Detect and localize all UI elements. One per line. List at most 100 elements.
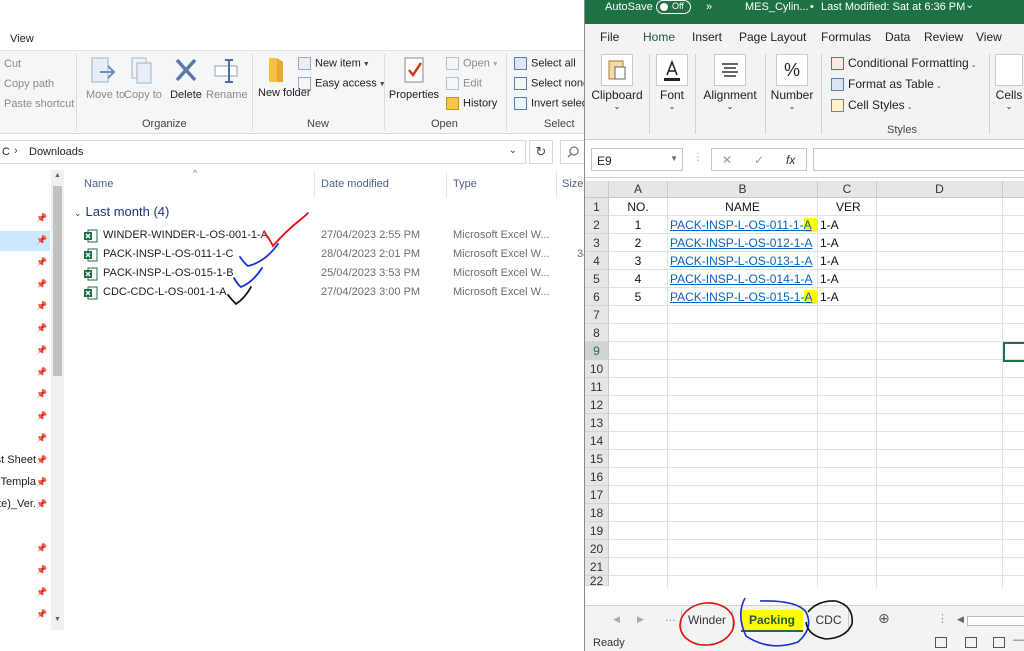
cell-b5[interactable]: PACK-INSP-L-OS-014-1-A (668, 270, 818, 288)
edit-button[interactable]: Edit (446, 77, 482, 90)
zoom-out-icon[interactable]: — (1013, 634, 1024, 646)
row-header[interactable]: 18 (585, 504, 609, 522)
autosave-toggle[interactable]: Off (656, 0, 691, 14)
delete-button[interactable]: Delete (168, 56, 204, 101)
column-divider[interactable] (314, 172, 315, 198)
cell-b2[interactable]: PACK-INSP-L-OS-011-1-A (668, 216, 818, 234)
row-header[interactable]: 12 (585, 396, 609, 414)
normal-view-icon[interactable] (935, 637, 947, 648)
alignment-button[interactable]: Alignment ⌄ (701, 54, 759, 111)
cell-c4[interactable]: 1-A (818, 252, 877, 270)
search-box[interactable] (560, 140, 584, 164)
file-row[interactable]: CDC-CDC-L-OS-001-1-A 27/04/2023 3:00 PM … (84, 283, 584, 302)
pin-icon[interactable]: 📌 (36, 213, 47, 224)
name-box[interactable]: E9 ▼ (591, 148, 683, 171)
page-break-view-icon[interactable] (993, 637, 1005, 648)
tab-home[interactable]: Home (643, 30, 675, 44)
cell-c3[interactable]: 1-A (818, 234, 877, 252)
column-divider[interactable] (556, 172, 557, 198)
pin-icon[interactable]: 📌 (36, 477, 47, 488)
breadcrumb-separator-icon[interactable]: › (14, 145, 18, 157)
column-header-b[interactable]: B (668, 181, 818, 198)
scroll-down-icon[interactable]: ▼ (54, 616, 61, 623)
group-header[interactable]: ⌄ Last month (4) (74, 204, 169, 219)
cell-a1[interactable]: NO. (609, 198, 668, 216)
last-modified[interactable]: Last Modified: Sat at 6:36 PM (821, 1, 965, 13)
format-as-table-button[interactable]: Format as Table ⌄ (831, 77, 942, 92)
tab-data[interactable]: Data (885, 30, 910, 44)
row-header[interactable]: 17 (585, 486, 609, 504)
cell-c2[interactable]: 1-A (818, 216, 877, 234)
tab-review[interactable]: Review (924, 30, 963, 44)
add-sheet-icon[interactable]: ⊕ (878, 610, 890, 627)
pin-icon[interactable]: 📌 (36, 433, 47, 444)
hyperlink[interactable]: PACK-INSP-L-OS-011-1- (668, 218, 804, 232)
more-commands-icon[interactable]: » (706, 1, 712, 13)
address-bar[interactable]: C › Downloads ⌄ (0, 140, 526, 164)
properties-button[interactable]: Properties (388, 56, 440, 101)
row-header[interactable]: 21 (585, 558, 609, 576)
nav-item-label[interactable]: te)_Ver. (0, 498, 36, 510)
pin-icon[interactable]: 📌 (36, 499, 47, 510)
move-to-button[interactable]: Move to (86, 56, 125, 101)
hyperlink[interactable]: PACK-INSP-L-OS-014-1-A (668, 272, 812, 286)
tab-insert[interactable]: Insert (692, 30, 722, 44)
row-header[interactable]: 2 (585, 216, 609, 234)
page-layout-view-icon[interactable] (965, 637, 977, 648)
pin-icon[interactable]: 📌 (36, 323, 47, 334)
copy-path-button[interactable]: Copy path (4, 78, 54, 90)
tab-file[interactable]: File (600, 30, 619, 44)
cancel-icon[interactable]: ✕ (722, 153, 732, 167)
column-header-date[interactable]: Date modified (321, 178, 389, 190)
document-title[interactable]: MES_Cylin... (745, 1, 809, 13)
row-header[interactable]: 19 (585, 522, 609, 540)
chevron-down-icon[interactable]: ⌄ (965, 0, 974, 11)
cell-c6[interactable]: 1-A (818, 288, 877, 306)
cell-a6[interactable]: 5 (609, 288, 668, 306)
pin-icon[interactable]: 📌 (36, 345, 47, 356)
scrollbar-thumb[interactable] (53, 186, 62, 376)
select-all-corner[interactable] (585, 181, 609, 198)
hyperlink[interactable]: PACK-INSP-L-OS-012-1-A (668, 236, 812, 250)
pin-icon[interactable]: 📌 (36, 235, 47, 246)
new-folder-button[interactable]: New folder (258, 56, 311, 99)
column-header-size[interactable]: Size (562, 178, 583, 190)
hyperlink[interactable]: PACK-INSP-L-OS-013-1-A (668, 254, 812, 268)
cell-a2[interactable]: 1 (609, 216, 668, 234)
spreadsheet-grid[interactable]: A B C D 1 2 3 4 5 6 7 8 9 10 11 12 13 14… (585, 181, 1024, 605)
cell-a3[interactable]: 2 (609, 234, 668, 252)
cell-b3[interactable]: PACK-INSP-L-OS-012-1-A (668, 234, 818, 252)
column-header-name[interactable]: Name (84, 178, 113, 190)
easy-access-button[interactable]: Easy access ▼ (298, 77, 386, 90)
refresh-button[interactable]: ↻ (529, 140, 553, 164)
scroll-left-icon[interactable]: ◀ (613, 614, 620, 625)
address-root[interactable]: C (2, 146, 10, 158)
column-header-e[interactable] (1003, 181, 1024, 198)
invert-selection-button[interactable]: Invert selection (514, 97, 584, 110)
cell-b6[interactable]: PACK-INSP-L-OS-015-1-A (668, 288, 818, 306)
row-header[interactable]: 6 (585, 288, 609, 306)
more-sheets-icon[interactable]: … (665, 612, 676, 624)
row-header-selected[interactable]: 9 (585, 342, 609, 360)
pin-icon[interactable]: 📌 (36, 411, 47, 422)
number-button[interactable]: % Number ⌄ (769, 54, 815, 111)
clipboard-button[interactable]: Clipboard ⌄ (591, 54, 643, 111)
pin-icon[interactable]: 📌 (36, 455, 47, 466)
pin-icon[interactable]: 📌 (36, 279, 47, 290)
row-header[interactable]: 3 (585, 234, 609, 252)
scroll-up-icon[interactable]: ▲ (54, 172, 61, 179)
tab-formulas[interactable]: Formulas (821, 30, 871, 44)
select-all-button[interactable]: Select all (514, 57, 576, 70)
column-header-c[interactable]: C (818, 181, 877, 198)
column-header-type[interactable]: Type (453, 178, 477, 190)
row-header[interactable]: 7 (585, 306, 609, 324)
nav-item-label[interactable]: st Sheet (0, 454, 36, 466)
row-header[interactable]: 20 (585, 540, 609, 558)
cells-button[interactable]: Cells ⌄ (993, 54, 1024, 111)
pin-icon[interactable]: 📌 (36, 389, 47, 400)
sheet-tab-cdc[interactable]: CDC (809, 610, 849, 632)
row-header[interactable]: 11 (585, 378, 609, 396)
chevron-down-icon[interactable]: ▼ (670, 154, 678, 163)
row-header[interactable]: 14 (585, 432, 609, 450)
open-button[interactable]: Open ▼ (446, 57, 499, 70)
